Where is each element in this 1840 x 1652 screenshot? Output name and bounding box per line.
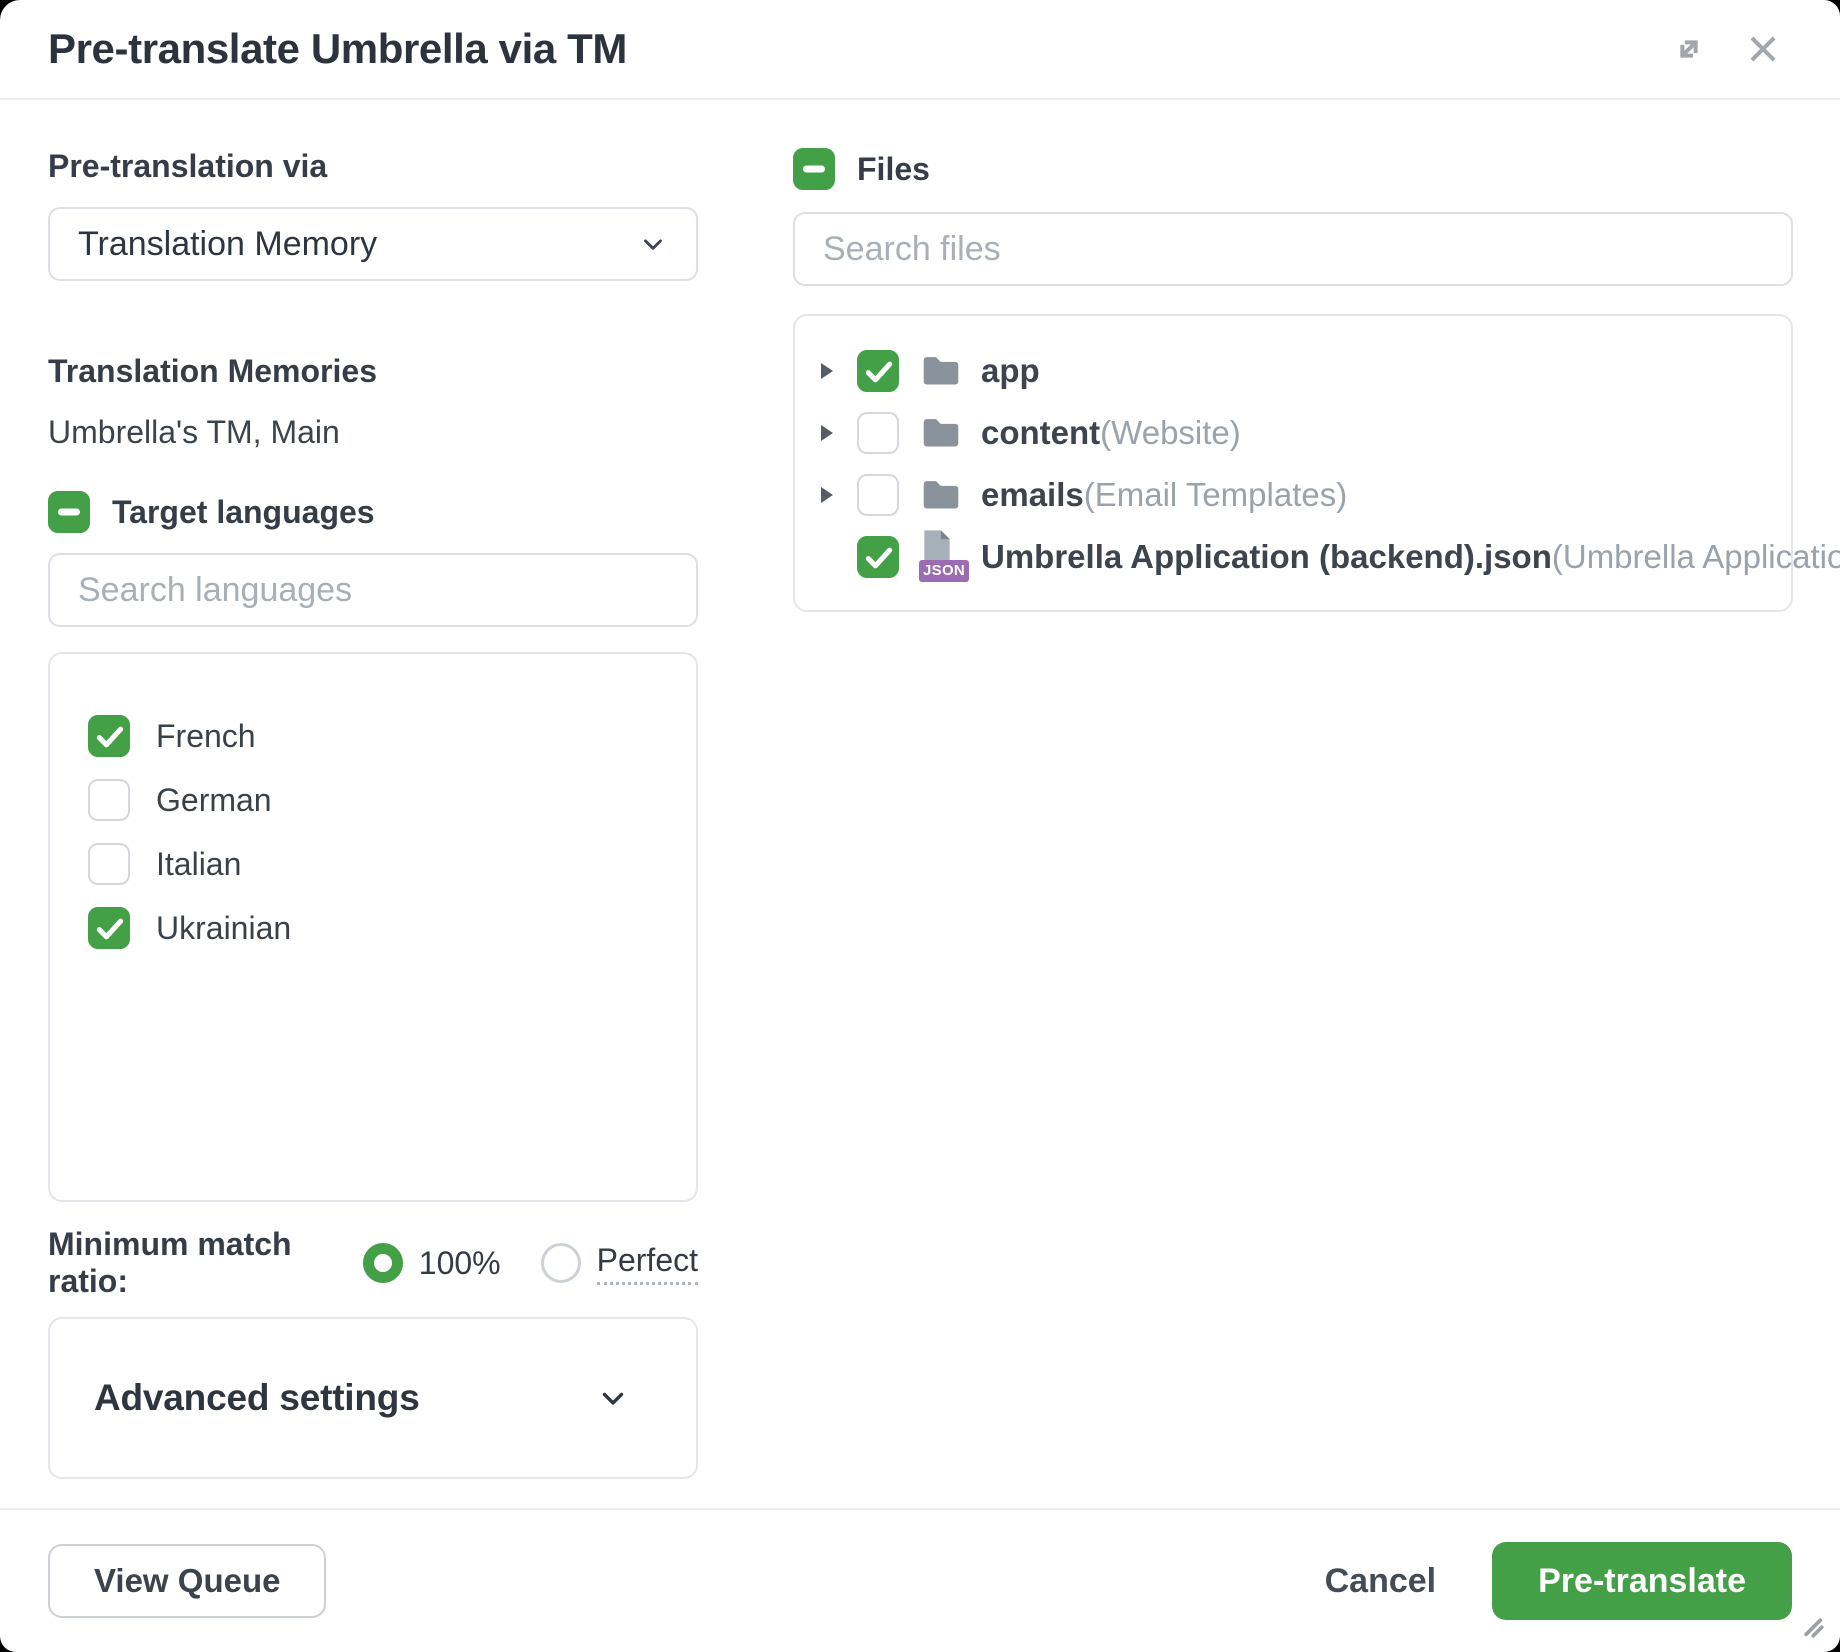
translation-memories-value: Umbrella's TM, Main — [48, 414, 698, 451]
target-languages-row: Target languages — [48, 491, 698, 533]
file-name: Umbrella Application (backend).json — [981, 538, 1552, 576]
file-annotation: (Email Templates) — [1084, 476, 1347, 514]
files-search-input[interactable] — [823, 230, 1763, 269]
language-row[interactable]: Ukrainian — [88, 896, 666, 960]
language-label: French — [156, 718, 256, 755]
file-name: emails — [981, 476, 1084, 514]
dialog-title: Pre-translate Umbrella via TM — [48, 25, 627, 73]
advanced-settings-toggle[interactable]: Advanced settings — [48, 1317, 698, 1479]
chevron-down-icon — [638, 229, 668, 259]
pre-translate-button[interactable]: Pre-translate — [1492, 1542, 1792, 1620]
folder-icon — [919, 351, 963, 391]
language-checkbox[interactable] — [88, 907, 130, 949]
view-queue-button[interactable]: View Queue — [48, 1544, 326, 1618]
minimum-match-ratio-row: Minimum match ratio: 100% Perfect — [48, 1240, 698, 1286]
language-checkbox[interactable] — [88, 715, 130, 757]
file-tree-row-json[interactable]: JSON Umbrella Application (backend).json… — [821, 526, 1771, 588]
folder-icon — [919, 475, 963, 515]
expand-caret-icon[interactable] — [821, 363, 833, 379]
dialog-footer: View Queue Cancel Pre-translate — [0, 1508, 1840, 1652]
target-languages-group-checkbox[interactable] — [48, 491, 90, 533]
file-checkbox[interactable] — [857, 474, 899, 516]
files-label: Files — [857, 151, 930, 188]
language-checkbox[interactable] — [88, 843, 130, 885]
language-checkbox[interactable] — [88, 779, 130, 821]
cancel-button[interactable]: Cancel — [1319, 1561, 1443, 1602]
file-tree-row-app[interactable]: app — [821, 340, 1771, 402]
match-ratio-perfect-radio[interactable] — [541, 1243, 581, 1283]
language-row[interactable]: French — [88, 704, 666, 768]
match-ratio-100-radio[interactable] — [363, 1243, 403, 1283]
file-annotation: (Umbrella Application) — [1552, 538, 1840, 576]
resize-handle[interactable] — [1792, 1606, 1826, 1640]
match-ratio-perfect-label[interactable]: Perfect — [597, 1242, 698, 1285]
language-label: Italian — [156, 846, 241, 883]
language-label: Ukrainian — [156, 910, 291, 947]
pre-translate-dialog: Pre-translate Umbrella via TM Pre-transl… — [0, 0, 1840, 1652]
minimum-match-ratio-label: Minimum match ratio: — [48, 1226, 337, 1300]
language-list: French German Italian Ukrainian — [48, 652, 698, 1202]
folder-icon — [919, 413, 963, 453]
pretranslation-method-select[interactable]: Translation Memory — [48, 207, 698, 281]
file-tree-row-emails[interactable]: emails (Email Templates) — [821, 464, 1771, 526]
file-checkbox[interactable] — [857, 536, 899, 578]
expand-icon[interactable] — [1668, 28, 1710, 70]
advanced-settings-label: Advanced settings — [94, 1377, 420, 1419]
pretranslation-via-label: Pre-translation via — [48, 148, 698, 185]
dialog-header: Pre-translate Umbrella via TM — [0, 0, 1840, 100]
pretranslation-method-value: Translation Memory — [78, 225, 377, 264]
match-ratio-100-label[interactable]: 100% — [419, 1245, 501, 1282]
language-search-box — [48, 553, 698, 627]
file-checkbox[interactable] — [857, 350, 899, 392]
language-label: German — [156, 782, 272, 819]
expand-caret-icon[interactable] — [821, 487, 833, 503]
translation-memories-label: Translation Memories — [48, 353, 698, 390]
close-icon[interactable] — [1742, 28, 1784, 70]
language-row[interactable]: German — [88, 768, 666, 832]
files-row: Files — [793, 148, 1793, 190]
settings-column: Pre-translation via Translation Memory T… — [48, 100, 698, 1479]
file-tree-row-content[interactable]: content (Website) — [821, 402, 1771, 464]
file-tree: app content (Website) — [793, 314, 1793, 612]
file-name: content — [981, 414, 1100, 452]
files-column: Files app — [793, 100, 1793, 612]
language-search-input[interactable] — [78, 571, 668, 610]
json-badge: JSON — [919, 560, 969, 582]
files-group-checkbox[interactable] — [793, 148, 835, 190]
language-row[interactable]: Italian — [88, 832, 666, 896]
expand-caret-icon[interactable] — [821, 425, 833, 441]
file-checkbox[interactable] — [857, 412, 899, 454]
target-languages-label: Target languages — [112, 494, 375, 531]
files-search-box — [793, 212, 1793, 286]
chevron-down-icon — [596, 1381, 630, 1415]
file-annotation: (Website) — [1100, 414, 1241, 452]
file-name: app — [981, 352, 1040, 390]
json-file-icon: JSON — [919, 528, 965, 586]
